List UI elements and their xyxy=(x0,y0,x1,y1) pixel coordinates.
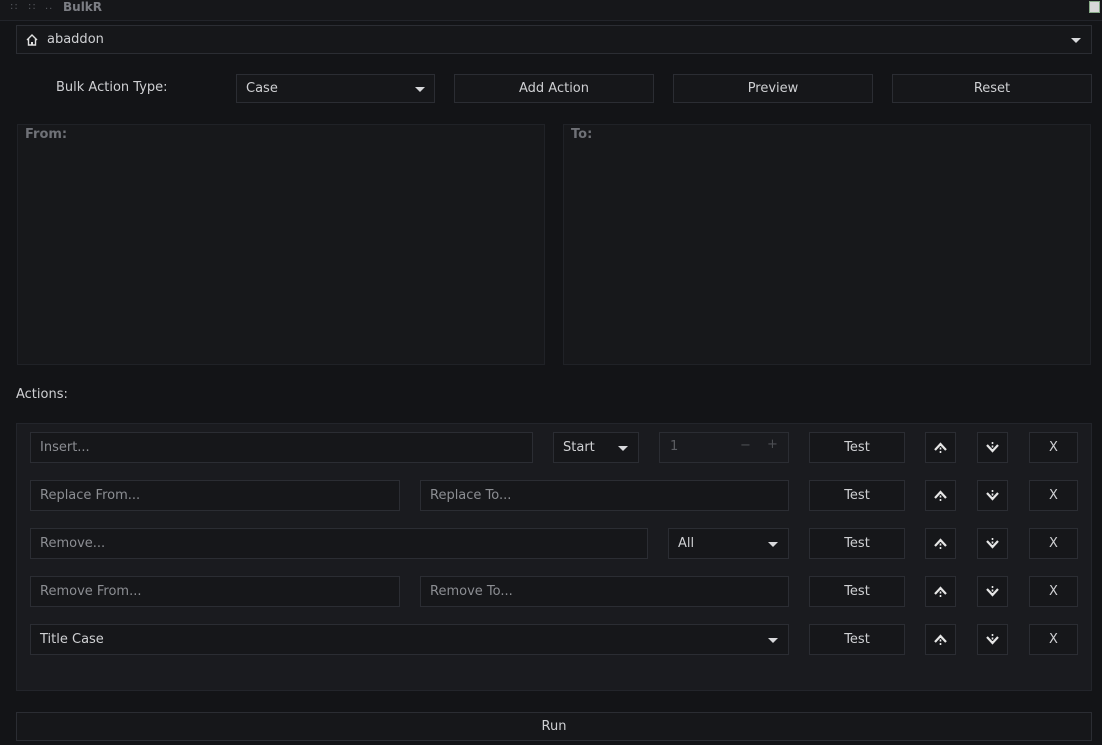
actions-label: Actions: xyxy=(16,387,68,402)
case-select[interactable]: Title Case xyxy=(30,624,789,655)
remove-action-button[interactable]: X xyxy=(1029,624,1078,655)
move-up-button[interactable] xyxy=(925,576,956,607)
chevron-down-icon xyxy=(768,638,778,643)
bulk-action-type-value: Case xyxy=(246,81,278,96)
location-combobox[interactable]: abaddon xyxy=(16,25,1092,54)
bulk-action-type-label: Bulk Action Type: xyxy=(56,80,168,95)
move-up-button[interactable] xyxy=(925,480,956,511)
test-button[interactable]: Test xyxy=(809,432,905,463)
insert-position-value: Start xyxy=(563,440,595,455)
insert-input[interactable]: Insert... xyxy=(30,432,533,463)
arrow-up-icon xyxy=(934,634,947,645)
preview-button[interactable]: Preview xyxy=(673,74,873,103)
move-up-button[interactable] xyxy=(925,432,956,463)
reset-button[interactable]: Reset xyxy=(892,74,1092,103)
case-value: Title Case xyxy=(40,632,104,647)
move-down-button[interactable] xyxy=(977,624,1008,655)
move-down-button[interactable] xyxy=(977,528,1008,559)
remove-mode-select[interactable]: All xyxy=(668,528,789,559)
increment-button[interactable]: + xyxy=(767,437,778,452)
home-icon xyxy=(26,33,38,46)
grip-dots: .. xyxy=(45,1,54,12)
move-down-button[interactable] xyxy=(977,480,1008,511)
from-pane[interactable]: From: xyxy=(17,124,545,365)
insert-position-select[interactable]: Start xyxy=(553,432,639,463)
move-down-button[interactable] xyxy=(977,432,1008,463)
arrow-down-icon xyxy=(986,490,999,501)
from-list[interactable] xyxy=(18,147,544,364)
remove-action-button[interactable]: X xyxy=(1029,432,1078,463)
decrement-button[interactable]: − xyxy=(740,438,751,453)
chevron-down-icon xyxy=(618,446,628,451)
test-button[interactable]: Test xyxy=(809,576,905,607)
arrow-down-icon xyxy=(986,634,999,645)
remove-from-input[interactable]: Remove From... xyxy=(30,576,400,607)
chevron-down-icon xyxy=(415,87,425,92)
replace-from-input[interactable]: Replace From... xyxy=(30,480,400,511)
to-pane-header xyxy=(564,125,1090,148)
test-button[interactable]: Test xyxy=(809,624,905,655)
arrow-up-icon xyxy=(934,586,947,597)
to-pane[interactable]: To: xyxy=(563,124,1091,365)
chevron-down-icon xyxy=(768,542,778,547)
remove-action-button[interactable]: X xyxy=(1029,480,1078,511)
remove-input[interactable]: Remove... xyxy=(30,528,648,559)
test-button[interactable]: Test xyxy=(809,528,905,559)
grip-icon: :: xyxy=(10,1,19,12)
test-button[interactable]: Test xyxy=(809,480,905,511)
chevron-down-icon xyxy=(1071,38,1081,43)
insert-index-spinbox[interactable]: 1 − + xyxy=(659,432,789,463)
remove-action-button[interactable]: X xyxy=(1029,528,1078,559)
arrow-up-icon xyxy=(934,442,947,453)
title-bar[interactable]: :: :: .. BulkR xyxy=(0,0,1102,21)
to-pane-title: To: xyxy=(571,127,593,142)
arrow-up-icon xyxy=(934,490,947,501)
move-down-button[interactable] xyxy=(977,576,1008,607)
arrow-down-icon xyxy=(986,538,999,549)
move-up-button[interactable] xyxy=(925,624,956,655)
bulk-action-type-select[interactable]: Case xyxy=(236,74,435,103)
arrow-down-icon xyxy=(986,442,999,453)
move-up-button[interactable] xyxy=(925,528,956,559)
arrow-down-icon xyxy=(986,586,999,597)
location-path: abaddon xyxy=(47,32,104,47)
from-pane-title: From: xyxy=(25,127,68,142)
grip-icon: :: xyxy=(28,1,37,12)
replace-to-input[interactable]: Replace To... xyxy=(420,480,789,511)
insert-index-value: 1 xyxy=(670,439,679,454)
arrow-up-icon xyxy=(934,538,947,549)
remove-mode-value: All xyxy=(678,536,695,551)
add-action-button[interactable]: Add Action xyxy=(454,74,654,103)
run-button[interactable]: Run xyxy=(16,712,1092,741)
to-list[interactable] xyxy=(564,147,1090,364)
window-title: BulkR xyxy=(63,0,103,14)
from-pane-header xyxy=(18,125,544,148)
remove-to-input[interactable]: Remove To... xyxy=(420,576,789,607)
app-icon xyxy=(1089,1,1100,13)
remove-action-button[interactable]: X xyxy=(1029,576,1078,607)
